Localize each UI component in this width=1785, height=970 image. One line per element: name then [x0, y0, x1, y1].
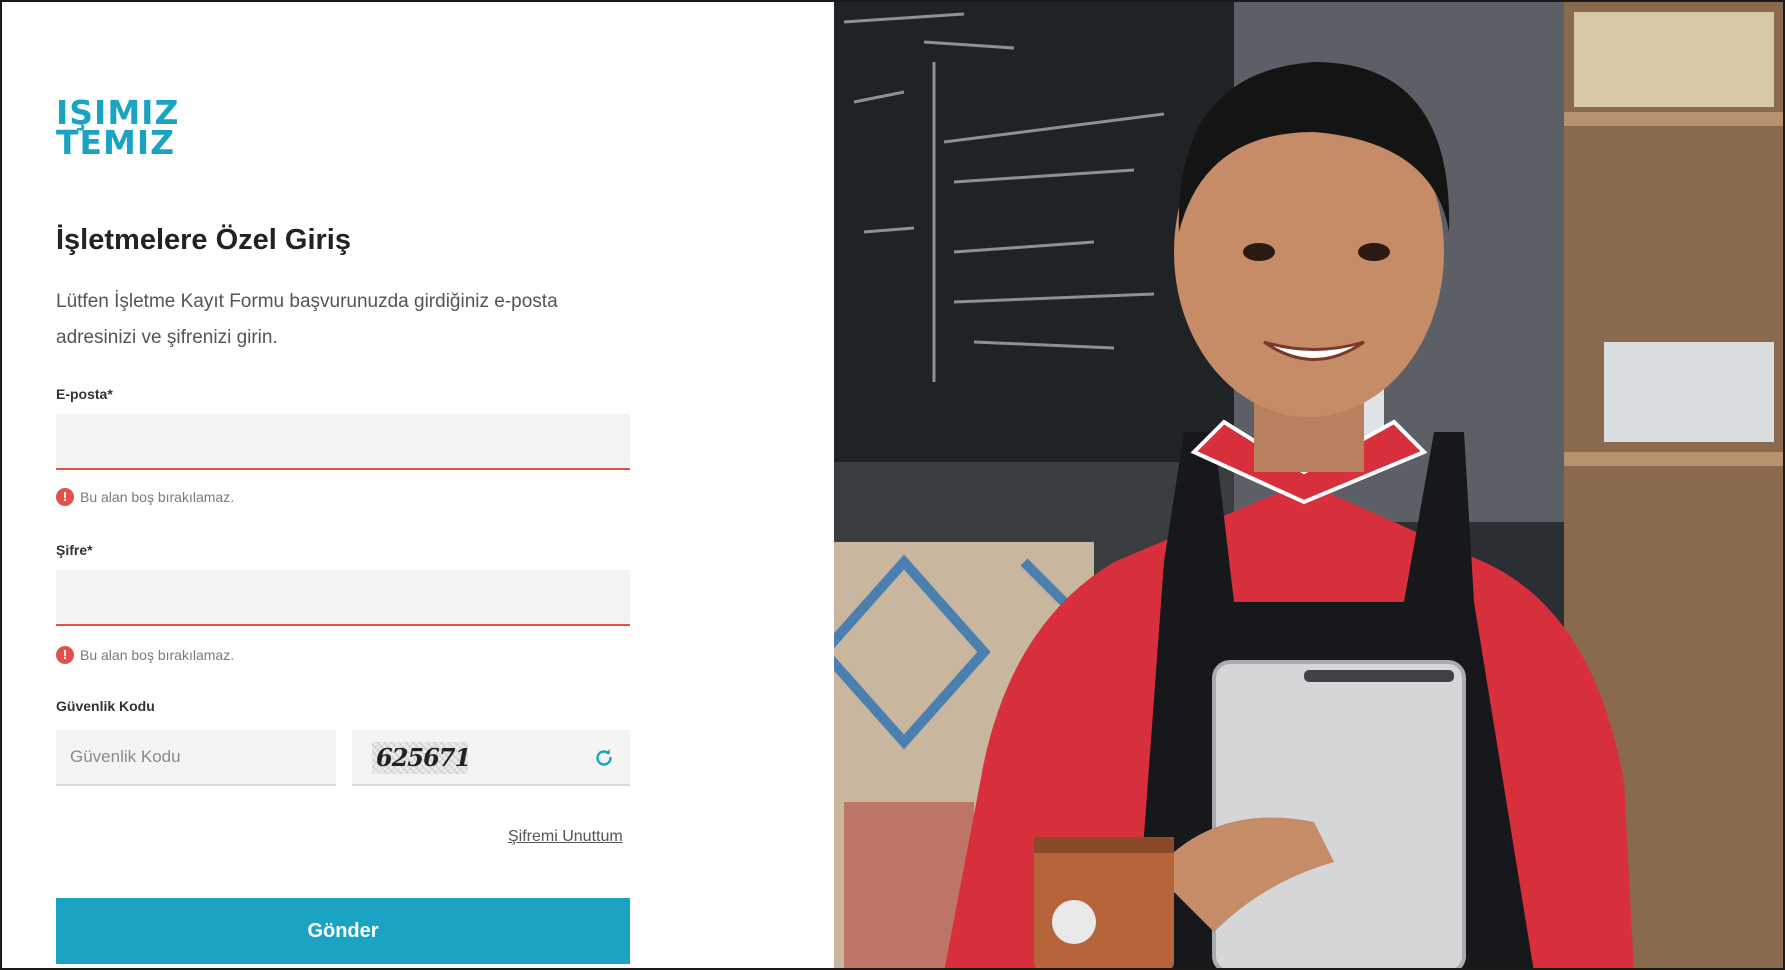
- exclamation-circle-icon: !: [56, 646, 74, 664]
- forgot-password-link[interactable]: Şifremi Unuttum: [508, 828, 623, 846]
- brand-logo: IŞIMIZ TEMIZ: [56, 96, 182, 162]
- page-title: İşletmelere Özel Giriş: [56, 224, 351, 256]
- waiter-illustration: [834, 2, 1783, 968]
- captcha-box: 625671: [352, 730, 630, 786]
- refresh-icon[interactable]: [592, 746, 616, 770]
- email-field[interactable]: [56, 414, 630, 470]
- email-error: ! Bu alan boş bırakılamaz.: [56, 488, 234, 506]
- email-label: E-posta*: [56, 386, 113, 402]
- captcha-input[interactable]: [56, 730, 336, 786]
- page-frame: IŞIMIZ TEMIZ İşletmelere Özel Giriş Lütf…: [0, 0, 1785, 970]
- captcha-label: Güvenlik Kodu: [56, 698, 155, 714]
- password-error: ! Bu alan boş bırakılamaz.: [56, 646, 234, 664]
- password-field[interactable]: [56, 570, 630, 626]
- password-error-text: Bu alan boş bırakılamaz.: [80, 647, 235, 663]
- logo-line-2: TEMIZ: [56, 123, 176, 162]
- login-panel: IŞIMIZ TEMIZ İşletmelere Özel Giriş Lütf…: [12, 2, 832, 968]
- email-error-text: Bu alan boş bırakılamaz.: [80, 489, 235, 505]
- password-label: Şifre*: [56, 542, 93, 558]
- hero-photo: [834, 2, 1783, 968]
- page-description: Lütfen İşletme Kayıt Formu başvurunuzda …: [56, 291, 558, 348]
- submit-button[interactable]: Gönder: [56, 898, 630, 964]
- exclamation-circle-icon: !: [56, 488, 74, 506]
- captcha-image: 625671: [372, 742, 471, 774]
